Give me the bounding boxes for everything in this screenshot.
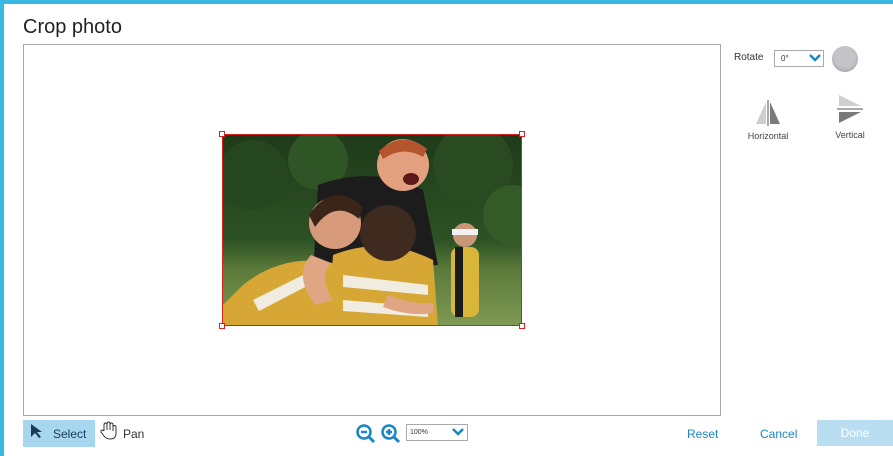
- chevron-down-icon: [809, 53, 821, 68]
- crop-handle-bottom-right[interactable]: [519, 323, 525, 329]
- done-button[interactable]: Done: [817, 420, 893, 446]
- rotate-select[interactable]: 0°: [774, 50, 824, 67]
- zoom-value: 100%: [410, 429, 428, 436]
- done-label: Done: [840, 426, 870, 440]
- chevron-down-icon: [452, 427, 464, 443]
- pan-hand-icon: [100, 421, 118, 446]
- zoom-select[interactable]: 100%: [406, 424, 468, 441]
- select-tool-label: Select: [53, 426, 87, 441]
- flip-horizontal-label: Horizontal: [747, 131, 789, 141]
- rotate-knob[interactable]: [832, 46, 858, 72]
- dialog-title: Crop photo: [23, 16, 122, 38]
- rotate-value: 0°: [781, 54, 789, 63]
- flip-vertical-button[interactable]: Vertical: [830, 93, 870, 140]
- crop-handle-top-right[interactable]: [519, 131, 525, 137]
- rotate-label: Rotate: [734, 52, 764, 63]
- crop-handle-top-left[interactable]: [219, 131, 225, 137]
- pan-tool-label: Pan: [123, 426, 145, 441]
- reset-button[interactable]: Reset: [687, 427, 718, 441]
- select-arrow-icon: [29, 423, 45, 444]
- pan-tool-button[interactable]: Pan: [100, 420, 144, 447]
- flip-horizontal-button[interactable]: Horizontal: [744, 100, 792, 141]
- zoom-out-icon[interactable]: [356, 424, 376, 449]
- cancel-button[interactable]: Cancel: [760, 427, 797, 441]
- zoom-in-icon[interactable]: [381, 424, 401, 449]
- flip-vertical-label: Vertical: [835, 130, 865, 140]
- flip-horizontal-icon: [753, 100, 783, 130]
- crop-handle-bottom-left[interactable]: [219, 323, 225, 329]
- flip-vertical-icon: [837, 95, 863, 129]
- select-tool-button[interactable]: Select: [23, 420, 95, 447]
- photo-crop-area[interactable]: [222, 134, 522, 326]
- photo-image: [223, 135, 521, 325]
